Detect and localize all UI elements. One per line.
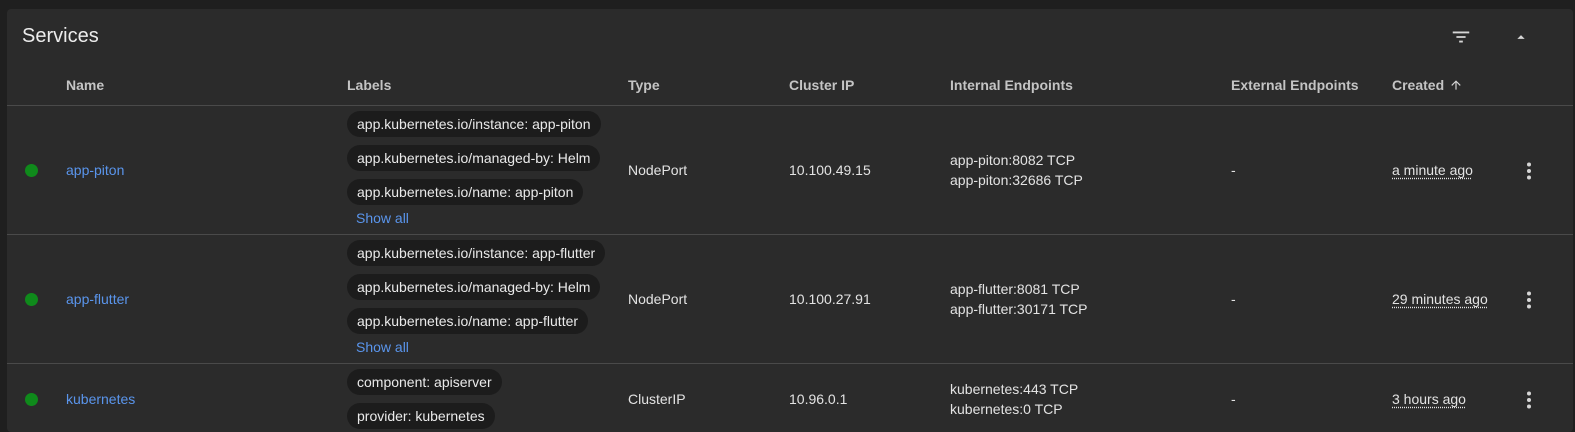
- label-chip: app.kubernetes.io/instance: app-piton: [347, 111, 601, 137]
- label-chip: app.kubernetes.io/name: app-piton: [347, 179, 584, 205]
- status-running-icon: [25, 164, 38, 177]
- filter-list-icon: [1452, 31, 1470, 43]
- services-table: Name Labels Type Cluster IP Internal End…: [7, 65, 1573, 432]
- internal-endpoint: app-flutter:8081 TCP: [950, 281, 1080, 297]
- service-type: ClusterIP: [628, 391, 686, 407]
- internal-endpoint: kubernetes:0 TCP: [950, 401, 1063, 417]
- internal-endpoints: kubernetes:443 TCP kubernetes:0 TCP: [950, 379, 1078, 419]
- service-name-link[interactable]: kubernetes: [66, 391, 135, 407]
- status-running-icon: [25, 393, 38, 406]
- internal-endpoint: app-piton:32686 TCP: [950, 172, 1083, 188]
- cluster-ip: 10.96.0.1: [789, 391, 848, 407]
- label-chip: app.kubernetes.io/name: app-flutter: [347, 308, 589, 334]
- column-header-external-endpoints: External Endpoints: [1231, 77, 1359, 93]
- arrow-upward-icon: [1449, 78, 1463, 95]
- cluster-ip: 10.100.49.15: [789, 162, 871, 178]
- arrow-drop-up-icon: [1517, 35, 1525, 39]
- column-header-created[interactable]: Created: [1392, 77, 1463, 95]
- internal-endpoints: app-piton:8082 TCP app-piton:32686 TCP: [950, 150, 1083, 190]
- service-type: NodePort: [628, 291, 688, 307]
- label-chip: app.kubernetes.io/instance: app-flutter: [347, 240, 606, 266]
- more-vert-icon: [1527, 291, 1531, 309]
- external-endpoints: -: [1231, 391, 1236, 407]
- row-actions-button[interactable]: [1517, 159, 1541, 183]
- show-all-labels-button[interactable]: Show all: [356, 210, 409, 226]
- label-chip: app.kubernetes.io/managed-by: Helm: [347, 274, 601, 300]
- labels-list: app.kubernetes.io/instance: app-piton ap…: [347, 111, 601, 226]
- service-type: NodePort: [628, 162, 688, 178]
- table-row: app-piton app.kubernetes.io/instance: ap…: [7, 106, 1573, 235]
- card-header: Services: [7, 9, 1573, 65]
- external-endpoints: -: [1231, 291, 1236, 307]
- filter-button[interactable]: [1443, 19, 1479, 55]
- column-header-type[interactable]: Type: [628, 77, 660, 93]
- internal-endpoint: app-flutter:30171 TCP: [950, 301, 1088, 317]
- created-time[interactable]: 3 hours ago: [1392, 391, 1466, 407]
- internal-endpoint: app-piton:8082 TCP: [950, 152, 1076, 168]
- column-header-cluster-ip: Cluster IP: [789, 77, 855, 93]
- service-name-link[interactable]: app-piton: [66, 162, 124, 178]
- label-chip: provider: kubernetes: [347, 403, 495, 429]
- column-header-internal-endpoints: Internal Endpoints: [950, 77, 1073, 93]
- table-header: Name Labels Type Cluster IP Internal End…: [7, 65, 1573, 106]
- label-chip: app.kubernetes.io/managed-by: Helm: [347, 145, 601, 171]
- show-all-labels-button[interactable]: Show all: [356, 339, 409, 355]
- services-card: Services Name Labels Type Cluster IP Int…: [7, 9, 1573, 432]
- service-name-link[interactable]: app-flutter: [66, 291, 129, 307]
- more-vert-icon: [1527, 162, 1531, 180]
- internal-endpoint: kubernetes:443 TCP: [950, 381, 1079, 397]
- labels-list: component: apiserver provider: kubernete…: [347, 369, 502, 432]
- created-time[interactable]: a minute ago: [1392, 162, 1473, 178]
- column-header-name[interactable]: Name: [66, 77, 104, 93]
- table-row: app-flutter app.kubernetes.io/instance: …: [7, 235, 1573, 364]
- cluster-ip: 10.100.27.91: [789, 291, 871, 307]
- column-header-labels: Labels: [347, 77, 392, 93]
- row-actions-button[interactable]: [1517, 288, 1541, 312]
- created-header-label: Created: [1392, 77, 1445, 93]
- more-vert-icon: [1527, 391, 1531, 409]
- card-title: Services: [22, 25, 99, 47]
- label-chip: component: apiserver: [347, 369, 502, 395]
- row-actions-button[interactable]: [1517, 388, 1541, 412]
- internal-endpoints: app-flutter:8081 TCP app-flutter:30171 T…: [950, 279, 1088, 319]
- collapse-button[interactable]: [1503, 19, 1539, 55]
- external-endpoints: -: [1231, 162, 1236, 178]
- created-time[interactable]: 29 minutes ago: [1392, 291, 1488, 307]
- labels-list: app.kubernetes.io/instance: app-flutter …: [347, 240, 606, 355]
- table-row: kubernetes component: apiserver provider…: [7, 364, 1573, 432]
- status-running-icon: [25, 293, 38, 306]
